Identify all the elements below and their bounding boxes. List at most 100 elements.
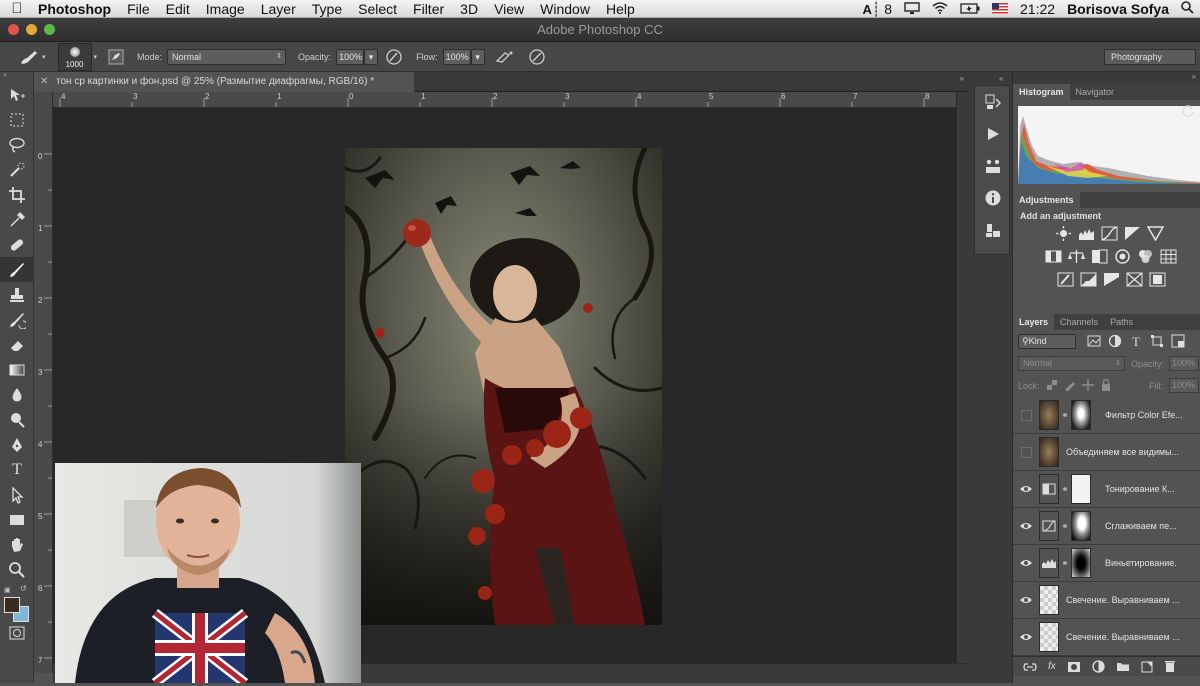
menu-3d[interactable]: 3D (452, 0, 486, 18)
clone-stamp-tool[interactable] (0, 282, 34, 307)
lasso-tool[interactable] (0, 132, 34, 157)
apple-menu-icon[interactable]:  (0, 0, 34, 17)
path-selection-tool[interactable] (0, 482, 34, 507)
adobe-status-icon[interactable]: A┊ 8 (857, 0, 899, 19)
menu-help[interactable]: Help (598, 0, 643, 18)
mode-select[interactable]: Normal ⇕ (167, 48, 287, 65)
lock-position-icon[interactable] (1082, 379, 1094, 391)
pen-tool[interactable] (0, 432, 34, 457)
tab-paths[interactable]: Paths (1104, 314, 1139, 330)
filter-pixel-icon[interactable] (1087, 334, 1101, 348)
layer-opacity-input[interactable]: 100% (1169, 356, 1199, 371)
document-canvas-image[interactable] (342, 145, 664, 625)
menu-file[interactable]: File (119, 0, 158, 18)
exposure-icon[interactable] (1124, 226, 1141, 241)
eyedropper-tool[interactable] (0, 207, 34, 232)
quick-mask-tool[interactable] (0, 622, 34, 644)
display-icon[interactable] (898, 0, 926, 18)
battery-icon[interactable] (954, 0, 986, 18)
healing-brush-tool[interactable] (0, 232, 34, 257)
menu-view[interactable]: View (486, 0, 532, 18)
history-brush-tool[interactable] (0, 307, 34, 332)
link-icon[interactable]: ⚭ (1059, 521, 1071, 532)
tab-navigator[interactable]: Navigator (1070, 84, 1121, 100)
lock-pixels-icon[interactable] (1064, 379, 1076, 391)
invert-icon[interactable] (1057, 272, 1074, 287)
menu-window[interactable]: Window (532, 0, 598, 18)
link-icon[interactable]: ⚭ (1059, 484, 1071, 495)
curves-icon[interactable] (1101, 226, 1118, 241)
close-document-icon[interactable]: ✕ (40, 72, 48, 92)
new-layer-icon[interactable] (1141, 661, 1153, 673)
visibility-toggle[interactable] (1013, 446, 1039, 458)
hand-tool[interactable] (0, 532, 34, 557)
user-name[interactable]: Borisova Sofya (1061, 0, 1175, 18)
visibility-toggle[interactable] (1013, 521, 1039, 531)
layer-row[interactable]: Свечение. Выравниваем ... (1013, 619, 1200, 656)
visibility-toggle[interactable] (1013, 558, 1039, 568)
foreground-color-swatch[interactable] (4, 597, 20, 613)
default-colors-icon[interactable]: ▣ (4, 586, 11, 594)
brush-panel-toggle-icon[interactable] (107, 48, 125, 66)
rectangle-tool[interactable] (0, 507, 34, 532)
levels-icon[interactable] (1078, 226, 1095, 241)
vibrance-icon[interactable] (1147, 226, 1164, 241)
blur-tool[interactable] (0, 382, 34, 407)
layer-name[interactable]: Свечение. Выравниваем ... (1066, 632, 1180, 642)
layer-mask-thumbnail[interactable] (1071, 400, 1091, 430)
layer-name[interactable]: Сглаживаем пе... (1105, 521, 1177, 531)
tab-channels[interactable]: Channels (1054, 314, 1104, 330)
tab-histogram[interactable]: Histogram (1013, 84, 1070, 100)
brush-size-dropdown-icon[interactable]: ▾ (94, 53, 98, 61)
swap-colors-icon[interactable]: ↺ (20, 584, 27, 593)
layer-mask-thumbnail[interactable] (1071, 474, 1091, 504)
menu-app-name[interactable]: Photoshop (34, 0, 119, 18)
channel-mixer-icon[interactable] (1137, 249, 1154, 264)
layer-name[interactable]: Фильтр Color Efe... (1105, 410, 1183, 420)
layer-row[interactable]: ⚭ Тонирование К... (1013, 471, 1200, 508)
preset-dropdown-arrow-icon[interactable]: ▾ (42, 53, 46, 61)
pressure-size-icon[interactable] (527, 47, 547, 67)
brush-size-picker[interactable]: 1000 (57, 42, 92, 71)
layer-filter-select[interactable]: ⚲Kind (1018, 334, 1076, 349)
menu-select[interactable]: Select (350, 0, 405, 18)
filter-shape-icon[interactable] (1150, 334, 1164, 348)
lock-transparency-icon[interactable] (1046, 379, 1058, 391)
new-group-icon[interactable] (1116, 661, 1130, 672)
link-layers-icon[interactable] (1023, 662, 1037, 672)
visibility-toggle[interactable] (1013, 409, 1039, 421)
lock-all-icon[interactable] (1100, 379, 1112, 391)
color-balance-icon[interactable] (1068, 249, 1085, 264)
menu-filter[interactable]: Filter (405, 0, 452, 18)
brush-tool-preset-icon[interactable] (16, 44, 42, 70)
layer-name[interactable]: Виньетирование. (1105, 558, 1177, 568)
fill-input[interactable]: 100% (1169, 378, 1199, 393)
document-tab[interactable]: ✕ тон ср картинки и фон.psd @ 25% (Размы… (34, 72, 414, 92)
filter-smart-object-icon[interactable] (1171, 334, 1185, 348)
posterize-icon[interactable] (1080, 272, 1097, 287)
tab-layers[interactable]: Layers (1013, 314, 1055, 330)
clock-time[interactable]: 21:22 (1014, 0, 1061, 18)
panel-collapse-icon[interactable]: » (1192, 72, 1196, 81)
opacity-dropdown[interactable]: ▾ (364, 48, 379, 65)
new-adjustment-icon[interactable] (1092, 660, 1105, 673)
zoom-tool[interactable] (0, 557, 34, 582)
eraser-tool[interactable] (0, 332, 34, 357)
move-tool[interactable] (0, 82, 34, 107)
fx-icon[interactable]: fx (1048, 661, 1056, 672)
gradient-tool[interactable] (0, 357, 34, 382)
brightness-contrast-icon[interactable] (1055, 226, 1072, 241)
histogram-refresh-icon[interactable] (1182, 104, 1194, 122)
hue-saturation-icon[interactable] (1045, 249, 1062, 264)
menu-layer[interactable]: Layer (253, 0, 304, 18)
layer-name[interactable]: Объединяем все видимы... (1066, 447, 1179, 457)
layer-mask-thumbnail[interactable] (1071, 548, 1091, 578)
tab-adjustments[interactable]: Adjustments (1013, 192, 1080, 208)
photo-filter-icon[interactable] (1114, 249, 1131, 264)
toolbar-collapse-icon[interactable]: » (0, 72, 33, 82)
black-white-icon[interactable] (1091, 249, 1108, 264)
type-tool[interactable]: T (0, 457, 34, 482)
workspace-switcher[interactable]: Photography (1104, 49, 1196, 65)
actions-panel-button[interactable] (975, 118, 1011, 150)
filter-adjustment-icon[interactable] (1108, 334, 1122, 348)
